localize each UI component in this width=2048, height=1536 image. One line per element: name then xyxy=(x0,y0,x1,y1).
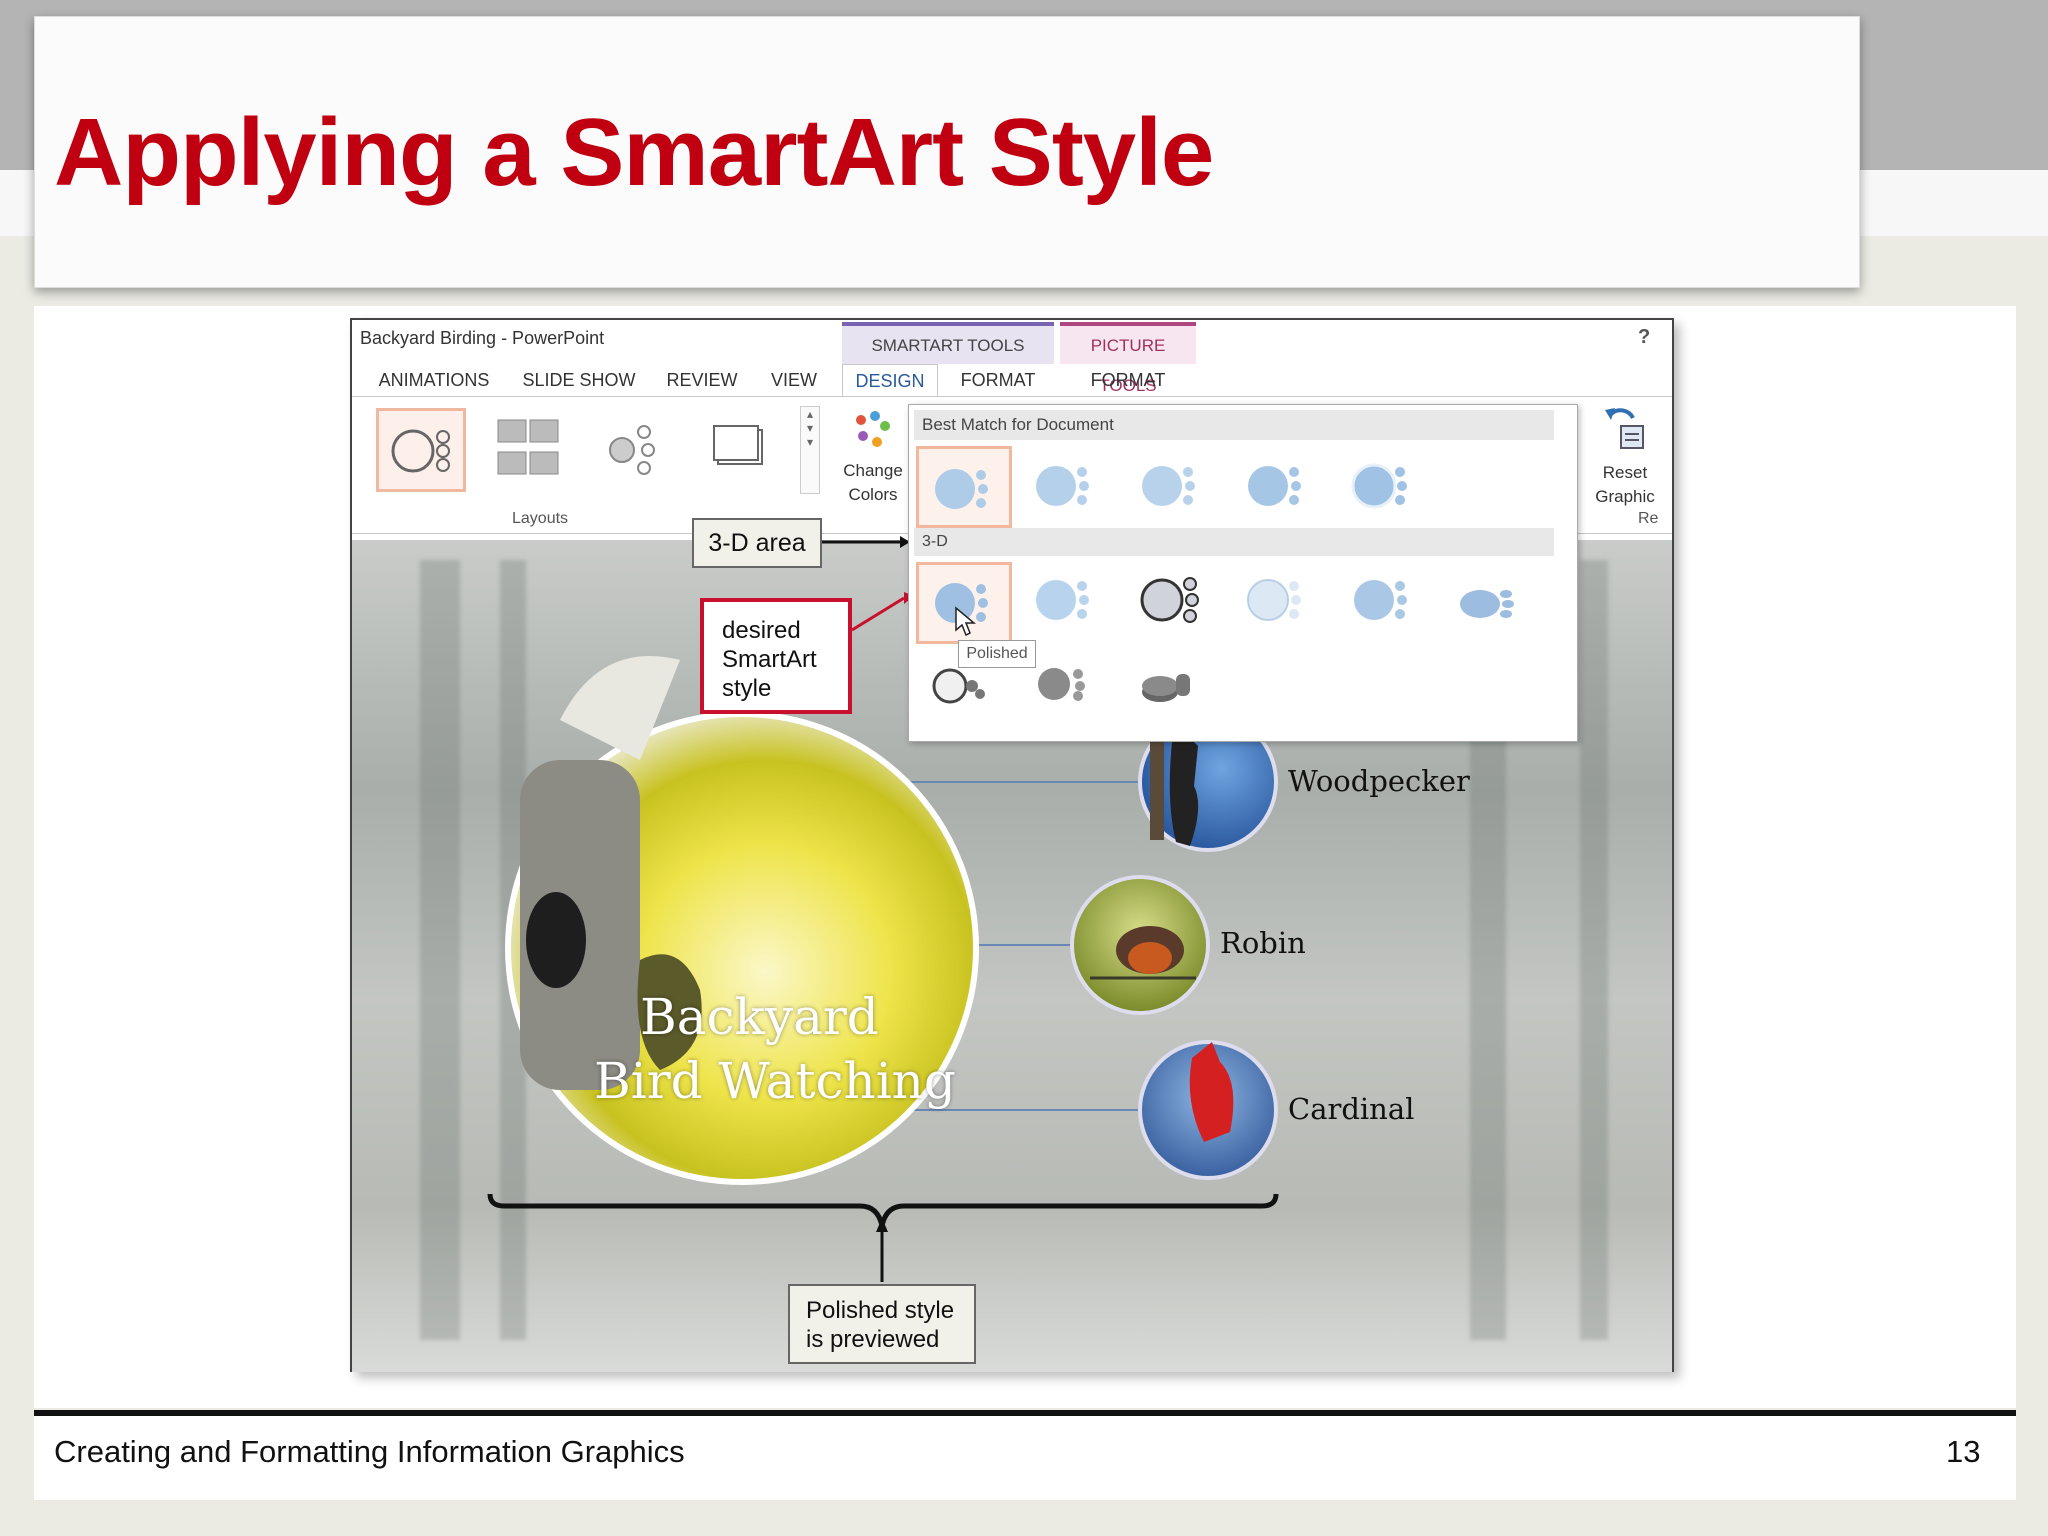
style-inset[interactable] xyxy=(1020,562,1116,644)
style-thumbnail-icon xyxy=(1036,466,1089,506)
style-moderate-effect[interactable] xyxy=(1232,446,1328,528)
style-simple-fill[interactable] xyxy=(916,446,1012,528)
bird-label-cardinal: Cardinal xyxy=(1288,1092,1415,1126)
style-sunset-scene[interactable] xyxy=(1126,646,1222,728)
callout-desired-line-1: desired xyxy=(722,617,801,644)
bird-label-woodpecker: Woodpecker xyxy=(1288,764,1470,798)
callout-desired-line-3: style xyxy=(722,675,772,702)
callout-threed-area: 3-D area xyxy=(692,518,822,568)
callout-desired-style: desired SmartArt style xyxy=(700,598,852,714)
style-thumbnail-icon xyxy=(1351,463,1407,509)
style-intense-effect[interactable] xyxy=(1338,446,1434,528)
style-thumbnail-icon xyxy=(1354,580,1407,620)
best-match-header: Best Match for Document xyxy=(914,410,1554,440)
mouse-cursor-icon xyxy=(955,606,976,637)
style-brick-scene[interactable] xyxy=(1338,562,1434,644)
style-tooltip: Polished xyxy=(958,640,1036,668)
page-number: 13 xyxy=(1946,1434,1981,1469)
robin-breast xyxy=(1128,942,1172,974)
main-circle-text-1: Backyard xyxy=(640,988,879,1046)
callout-desired-line-2: SmartArt xyxy=(722,646,817,673)
style-thumbnail-icon xyxy=(1460,590,1514,618)
style-powder[interactable] xyxy=(1232,562,1328,644)
desired-style-arrow xyxy=(851,596,905,632)
style-thumbnail-icon xyxy=(935,469,988,509)
footer-text: Creating and Formatting Information Grap… xyxy=(54,1434,685,1469)
bird-label-robin: Robin xyxy=(1220,926,1306,960)
smartart-graphic xyxy=(487,536,1279,1282)
style-cartoon[interactable] xyxy=(1126,562,1222,644)
style-thumbnail-icon xyxy=(1140,577,1199,623)
callout-polished-preview: Polished style is previewed xyxy=(788,1284,976,1364)
style-white-outline[interactable] xyxy=(1020,446,1116,528)
style-bird-eye-scene[interactable] xyxy=(1444,562,1540,644)
threed-header: 3-D xyxy=(914,528,1554,556)
callout-polished-line-2: is previewed xyxy=(806,1326,940,1353)
main-circle-text-2: Bird Watching xyxy=(594,1052,956,1110)
style-thumbnail-icon xyxy=(1248,466,1301,506)
style-thumbnail-icon xyxy=(1247,579,1301,621)
style-thumbnail-icon xyxy=(1142,466,1195,506)
woodpecker-branch xyxy=(1150,740,1164,840)
callout-polished-line-1: Polished style xyxy=(806,1297,955,1324)
woodpecker-bird xyxy=(1169,737,1199,846)
style-subtle-effect[interactable] xyxy=(1126,446,1222,528)
style-thumbnail-icon xyxy=(1142,674,1190,702)
birdhouse-hole xyxy=(526,892,586,988)
style-thumbnail-icon xyxy=(1036,580,1089,620)
